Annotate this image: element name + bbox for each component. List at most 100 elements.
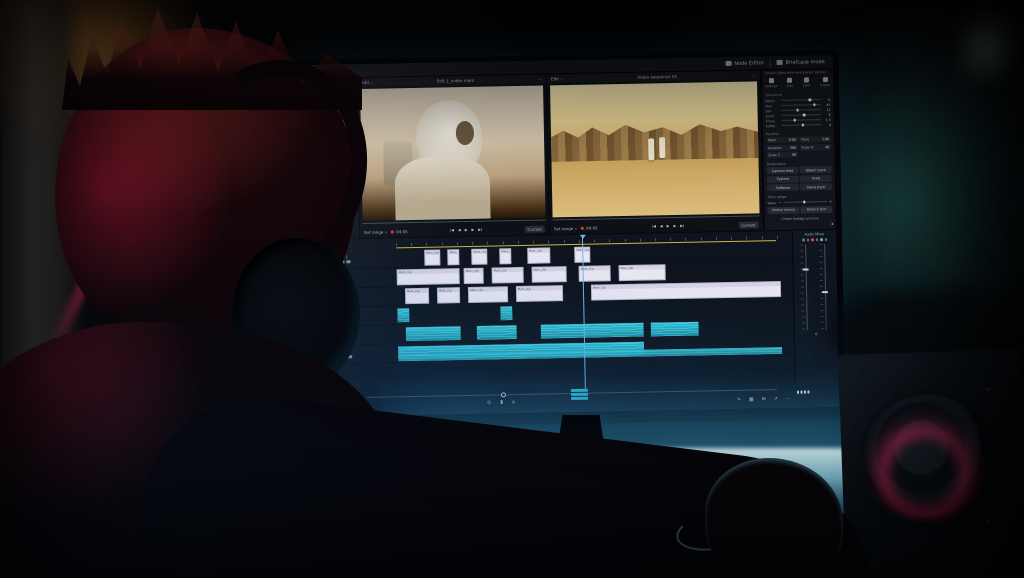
track-visibility-icon[interactable] bbox=[341, 317, 345, 321]
set-range-dropdown[interactable]: Set range ∨ bbox=[364, 229, 387, 234]
media-clip-item[interactable]: Mars_astronaut 02 bbox=[307, 119, 355, 151]
clip-overview-widget[interactable] bbox=[571, 389, 588, 401]
step-forward-button[interactable]: ▶ bbox=[673, 224, 676, 228]
mixer-channel-dot[interactable] bbox=[811, 238, 814, 241]
media-clip-item[interactable]: Mars_helmet 04 bbox=[308, 185, 356, 217]
video-clip[interactable]: Mars_clip bbox=[448, 249, 460, 265]
inspector-tab-settings[interactable]: Settings bbox=[765, 78, 778, 88]
video-clip[interactable]: Mars_clip bbox=[424, 250, 440, 266]
footage-preview-link[interactable]: Create footage preview bbox=[768, 216, 833, 221]
fader-knob[interactable] bbox=[803, 268, 809, 271]
slider-track[interactable] bbox=[781, 104, 820, 106]
dest-button-feed[interactable]: Feed bbox=[800, 175, 832, 183]
inspector-tab-color[interactable]: Color bbox=[803, 77, 811, 87]
media-clip-item[interactable]: Mars_canyon 03 bbox=[307, 152, 355, 184]
source-menu-dropdown[interactable]: Edit ∨ bbox=[361, 80, 373, 85]
slider-track[interactable] bbox=[782, 119, 821, 121]
play-button[interactable]: ▶ bbox=[667, 224, 670, 228]
track-lock-icon[interactable] bbox=[335, 279, 339, 283]
fader-1[interactable] bbox=[800, 244, 812, 330]
edit-pencil-icon[interactable]: ✎ bbox=[737, 398, 741, 403]
media-thumbnail[interactable] bbox=[306, 86, 353, 113]
inspector-tab-edit[interactable]: Edit bbox=[787, 78, 793, 88]
track-mute-icon[interactable] bbox=[346, 260, 350, 264]
mixer-channel-dot[interactable] bbox=[807, 238, 810, 241]
slider-track[interactable] bbox=[781, 99, 820, 101]
go-to-end-button[interactable]: ▶| bbox=[478, 228, 482, 232]
more-options-icon[interactable]: ⋯ bbox=[786, 397, 791, 402]
track-mute-icon[interactable] bbox=[347, 279, 351, 283]
timeline-zoom-knob[interactable] bbox=[501, 392, 506, 397]
slider-handle[interactable] bbox=[793, 119, 796, 122]
track-mute-icon[interactable] bbox=[347, 298, 351, 302]
track-visibility-icon[interactable] bbox=[340, 260, 344, 264]
pause-icon[interactable]: ▮ bbox=[500, 400, 503, 405]
slider-handle[interactable] bbox=[809, 98, 812, 101]
track-visibility-icon[interactable] bbox=[341, 279, 345, 283]
source-more-button[interactable]: ⋯ bbox=[538, 77, 542, 82]
play-button[interactable]: ▶ bbox=[465, 228, 468, 232]
mixer-channel-dot[interactable] bbox=[825, 238, 828, 241]
panel-expand-chevron-icon[interactable]: › bbox=[831, 220, 834, 228]
media-card-icon[interactable]: ▦ bbox=[749, 398, 754, 403]
video-clip[interactable]: Mars_clip bbox=[471, 249, 487, 265]
audio-clip[interactable] bbox=[540, 323, 643, 339]
fader-2[interactable] bbox=[819, 244, 831, 330]
media-thumbnail[interactable] bbox=[308, 185, 355, 212]
slider-track[interactable] bbox=[782, 114, 821, 116]
slider-handle[interactable] bbox=[796, 109, 799, 112]
video-clip[interactable]: Mars_clip bbox=[516, 285, 564, 302]
mixer-channel-dot[interactable] bbox=[820, 238, 823, 241]
mixer-channel-dot[interactable] bbox=[816, 238, 819, 241]
track-visibility-icon[interactable] bbox=[341, 298, 345, 302]
field-scale-x[interactable]: Scale X40 bbox=[799, 144, 831, 151]
slider-track[interactable] bbox=[782, 109, 821, 111]
media-tab-edit[interactable]: Edit bbox=[345, 80, 353, 85]
audio-clip[interactable] bbox=[406, 326, 462, 341]
field-next[interactable]: Next1:00 bbox=[799, 136, 831, 143]
slider-handle[interactable] bbox=[801, 124, 804, 127]
action-button-reduce-blur[interactable]: Reduce blur bbox=[801, 206, 833, 214]
snap-icon[interactable]: ◎ bbox=[487, 401, 491, 406]
track-visibility-icon[interactable] bbox=[342, 355, 346, 359]
dest-button-object-track[interactable]: Object track bbox=[800, 166, 832, 174]
dest-button-camera-feed[interactable]: Camera feed bbox=[767, 167, 799, 175]
media-thumbnail[interactable] bbox=[307, 152, 354, 179]
slider-track[interactable] bbox=[782, 124, 821, 126]
track-lock-icon[interactable] bbox=[336, 336, 340, 340]
audio-clip[interactable] bbox=[477, 325, 517, 340]
track-mute-icon[interactable] bbox=[348, 355, 352, 359]
source-preview-canvas[interactable] bbox=[360, 86, 546, 221]
program-more-button[interactable]: ⋯ bbox=[752, 72, 756, 77]
track-lock-icon[interactable] bbox=[335, 317, 339, 321]
media-tab-files[interactable]: Files bbox=[306, 81, 315, 86]
track-mute-icon[interactable] bbox=[347, 317, 351, 321]
dest-button-software[interactable]: Software bbox=[767, 184, 799, 192]
field-scale-y[interactable]: Scale Y90 bbox=[766, 152, 798, 159]
media-clip-item[interactable]: Mars_base_ext 01 bbox=[306, 86, 354, 118]
video-clip[interactable]: Mars_clip bbox=[492, 267, 524, 284]
video-clip[interactable]: Mars_clip bbox=[527, 247, 551, 263]
export-arrow-icon[interactable]: ↗ bbox=[774, 397, 778, 402]
range-plus-button[interactable]: + bbox=[829, 199, 832, 204]
node-editor-mode-button[interactable]: Node Editor bbox=[725, 60, 764, 67]
step-back-button[interactable]: ◀ bbox=[660, 224, 663, 228]
current-button[interactable]: Current bbox=[738, 221, 758, 228]
track-lock-icon[interactable] bbox=[334, 260, 338, 264]
track-lock-icon[interactable] bbox=[336, 355, 340, 359]
video-clip[interactable]: Mars_clip bbox=[591, 281, 781, 301]
home-icon[interactable]: ⌂ bbox=[512, 400, 515, 405]
mail-icon[interactable]: ✉ bbox=[762, 397, 766, 402]
audio-clip[interactable] bbox=[397, 308, 409, 322]
video-clip[interactable]: Mars_clip bbox=[468, 286, 508, 303]
go-to-end-button[interactable]: ▶| bbox=[680, 224, 684, 228]
slider-handle[interactable] bbox=[803, 114, 806, 117]
track-mute-icon[interactable] bbox=[348, 336, 352, 340]
range-minus-button[interactable]: − bbox=[778, 200, 781, 205]
video-clip[interactable]: Mars_clip bbox=[531, 266, 567, 283]
audio-clip[interactable] bbox=[651, 322, 699, 337]
media-thumbnail[interactable] bbox=[307, 119, 354, 146]
video-clip[interactable]: Mars_clip bbox=[405, 288, 429, 304]
set-range-dropdown[interactable]: Set range ∨ bbox=[554, 225, 577, 230]
dest-button-hand-track[interactable]: Hand track bbox=[800, 183, 832, 191]
